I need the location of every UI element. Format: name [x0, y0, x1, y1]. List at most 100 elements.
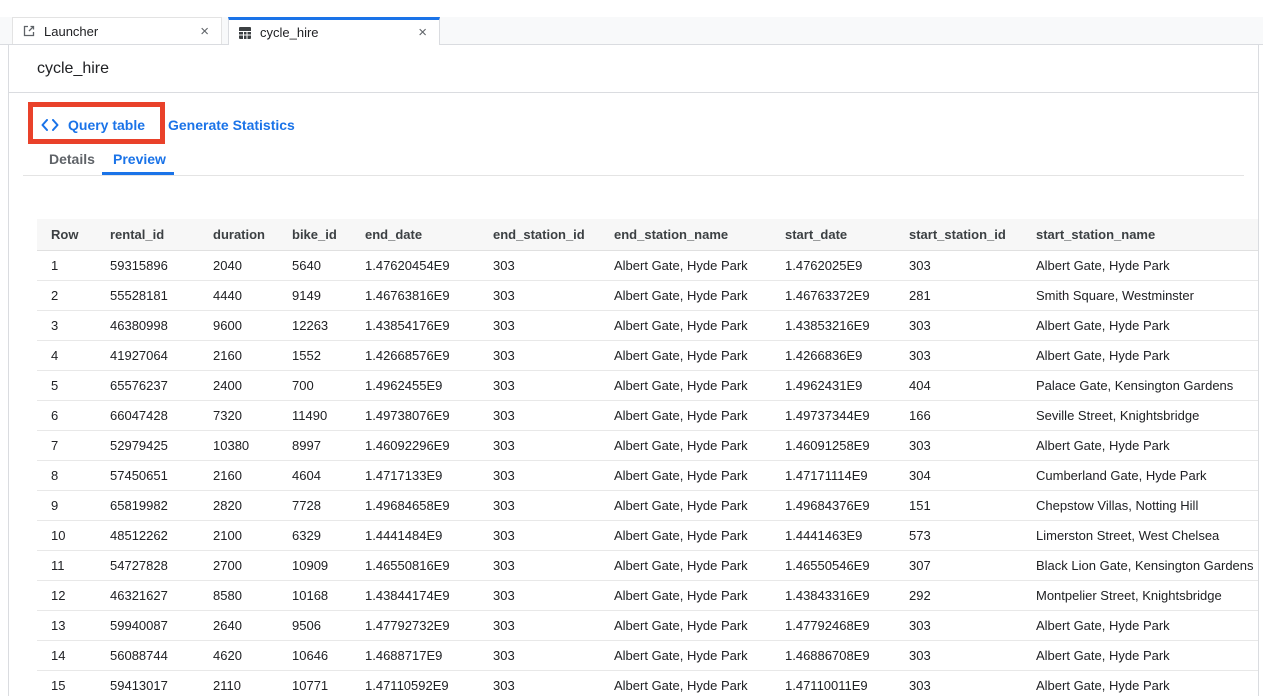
- table-cell: 1.49737344E9: [771, 400, 895, 430]
- table-row: 441927064216015521.42668576E9303Albert G…: [37, 340, 1259, 370]
- table-cell: 303: [479, 580, 600, 610]
- table-cell: 7728: [278, 490, 351, 520]
- table-cell: Albert Gate, Hyde Park: [600, 520, 771, 550]
- table-cell: 292: [895, 580, 1022, 610]
- table-cell: 1.42668576E9: [351, 340, 479, 370]
- table-cell: 1.4962455E9: [351, 370, 479, 400]
- table-cell: 11490: [278, 400, 351, 430]
- table-cell: Montpelier Street, Knightsbridge: [1022, 580, 1259, 610]
- table-cell: 3: [37, 310, 96, 340]
- table-row: 159315896204056401.47620454E9303Albert G…: [37, 250, 1259, 280]
- table-cell: Black Lion Gate, Kensington Gardens: [1022, 550, 1259, 580]
- table-cell: 10168: [278, 580, 351, 610]
- column-header: bike_id: [278, 219, 351, 250]
- column-header: end_station_name: [600, 219, 771, 250]
- table-row: 3463809989600122631.43854176E9303Albert …: [37, 310, 1259, 340]
- table-cell: 2820: [199, 490, 278, 520]
- table-cell: 1.4441484E9: [351, 520, 479, 550]
- table-cell: 4620: [199, 640, 278, 670]
- table-cell: 10: [37, 520, 96, 550]
- table-row: 56557623724007001.4962455E9303Albert Gat…: [37, 370, 1259, 400]
- table-body: 159315896204056401.47620454E9303Albert G…: [37, 250, 1259, 696]
- table-cell: 303: [895, 250, 1022, 280]
- table-header: Row rental_id duration bike_id end_date …: [37, 219, 1259, 250]
- tab-details[interactable]: Details: [49, 151, 95, 167]
- table-cell: 66047428: [96, 400, 199, 430]
- table-row: 1359940087264095061.47792732E9303Albert …: [37, 610, 1259, 640]
- table-cell: 65819982: [96, 490, 199, 520]
- tab-divider: [23, 175, 1244, 176]
- close-icon[interactable]: ×: [197, 23, 212, 40]
- table-cell: Albert Gate, Hyde Park: [600, 550, 771, 580]
- table-cell: Albert Gate, Hyde Park: [600, 460, 771, 490]
- table-cell: 303: [479, 400, 600, 430]
- table-cell: 7: [37, 430, 96, 460]
- table-cell: 1552: [278, 340, 351, 370]
- query-table-button[interactable]: Query table: [41, 114, 145, 136]
- table-cell: 303: [479, 460, 600, 490]
- tab-cycle-hire[interactable]: cycle_hire ×: [228, 17, 440, 45]
- table-cell: 11: [37, 550, 96, 580]
- table-cell: Albert Gate, Hyde Park: [1022, 610, 1259, 640]
- table-cell: 54727828: [96, 550, 199, 580]
- preview-table: Row rental_id duration bike_id end_date …: [37, 219, 1259, 696]
- table-cell: 2160: [199, 460, 278, 490]
- table-cell: 281: [895, 280, 1022, 310]
- dock-tab-bar: Launcher × cycle_hire ×: [0, 17, 1263, 45]
- tab-label: cycle_hire: [260, 25, 415, 40]
- table-cell: Albert Gate, Hyde Park: [600, 340, 771, 370]
- table-row: 255528181444091491.46763816E9303Albert G…: [37, 280, 1259, 310]
- column-header: start_station_id: [895, 219, 1022, 250]
- table-row: 7529794251038089971.46092296E9303Albert …: [37, 430, 1259, 460]
- table-cell: 303: [479, 640, 600, 670]
- jupyterlab-shell: Launcher × cycle_hire × cycle_hire: [0, 0, 1263, 696]
- table-cell: 1.43843316E9: [771, 580, 895, 610]
- column-header: duration: [199, 219, 278, 250]
- table-cell: 56088744: [96, 640, 199, 670]
- table-cell: 1.46092296E9: [351, 430, 479, 460]
- tab-label: Launcher: [44, 24, 197, 39]
- table-cell: 1.43853216E9: [771, 310, 895, 340]
- table-cell: 9: [37, 490, 96, 520]
- table-cell: 303: [895, 640, 1022, 670]
- table-cell: Cumberland Gate, Hyde Park: [1022, 460, 1259, 490]
- table-cell: 1.4688717E9: [351, 640, 479, 670]
- table-cell: 10771: [278, 670, 351, 696]
- table-cell: 303: [479, 370, 600, 400]
- table-cell: 303: [479, 550, 600, 580]
- table-cell: 9506: [278, 610, 351, 640]
- table-cell: 1.47792468E9: [771, 610, 895, 640]
- table-cell: Albert Gate, Hyde Park: [1022, 310, 1259, 340]
- table-cell: 4: [37, 340, 96, 370]
- table-cell: 303: [479, 490, 600, 520]
- table-cell: 5640: [278, 250, 351, 280]
- table-cell: Limerston Street, West Chelsea: [1022, 520, 1259, 550]
- table-cell: 303: [895, 670, 1022, 696]
- launcher-icon: [22, 24, 36, 38]
- generate-statistics-button[interactable]: Generate Statistics: [168, 114, 295, 136]
- column-header: end_station_id: [479, 219, 600, 250]
- table-cell: Albert Gate, Hyde Park: [600, 640, 771, 670]
- table-cell: 2700: [199, 550, 278, 580]
- table-cell: 12: [37, 580, 96, 610]
- tab-preview[interactable]: Preview: [113, 151, 166, 167]
- table-row: 11547278282700109091.46550816E9303Albert…: [37, 550, 1259, 580]
- table-cell: 700: [278, 370, 351, 400]
- table-row: 12463216278580101681.43844174E9303Albert…: [37, 580, 1259, 610]
- table-cell: 1.49684376E9: [771, 490, 895, 520]
- table-cell: 2100: [199, 520, 278, 550]
- close-icon[interactable]: ×: [415, 24, 430, 41]
- table-cell: 1.47792732E9: [351, 610, 479, 640]
- table-cell: Palace Gate, Kensington Gardens: [1022, 370, 1259, 400]
- table-cell: 65576237: [96, 370, 199, 400]
- table-cell: Albert Gate, Hyde Park: [600, 310, 771, 340]
- table-cell: 55528181: [96, 280, 199, 310]
- table-cell: 1.47110592E9: [351, 670, 479, 696]
- table-cell: 2040: [199, 250, 278, 280]
- table-cell: 303: [479, 310, 600, 340]
- table-cell: Albert Gate, Hyde Park: [600, 430, 771, 460]
- tab-launcher[interactable]: Launcher ×: [12, 17, 222, 44]
- table-cell: 1.46550546E9: [771, 550, 895, 580]
- table-cell: 1.46550816E9: [351, 550, 479, 580]
- table-cell: 8580: [199, 580, 278, 610]
